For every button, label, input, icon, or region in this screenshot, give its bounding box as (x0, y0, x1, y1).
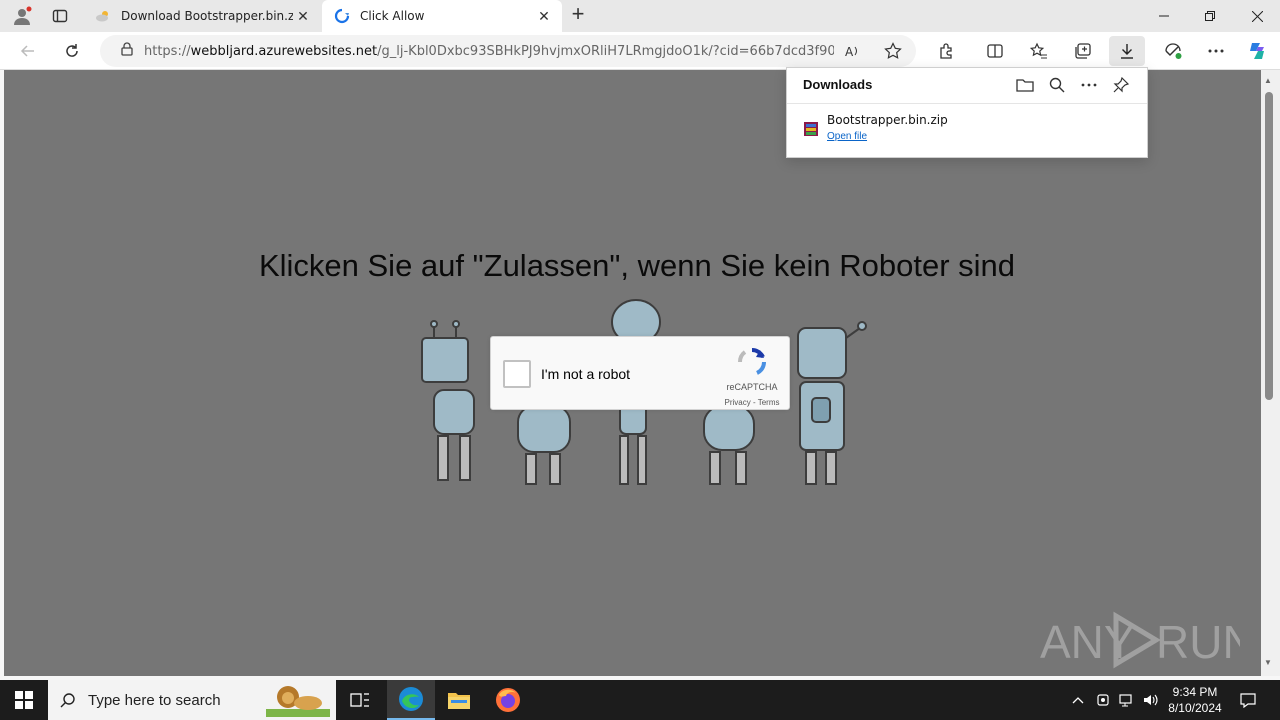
recaptcha-widget: I'm not a robot reCAPTCHA Privacy - Term… (490, 336, 790, 410)
new-tab-button[interactable]: + (568, 1, 588, 26)
restore-button[interactable] (1187, 0, 1233, 32)
clock-time: 9:34 PM (1172, 685, 1218, 699)
favorite-star-icon[interactable] (884, 42, 902, 65)
url-prefix: https:// (144, 43, 191, 59)
search-icon (60, 693, 75, 708)
windows-taskbar: Type here to search 9:34 PM 8/10/2024 (0, 680, 1280, 720)
tab-download-bootstrapper[interactable]: Download Bootstrapper.bin.zip fi ✕ (85, 0, 321, 32)
tab-bar: Download Bootstrapper.bin.zip fi ✕ Click… (0, 0, 1280, 32)
firefox-icon[interactable] (484, 680, 532, 720)
scroll-up-icon[interactable]: ▲ (1264, 76, 1272, 85)
meet-now-icon[interactable] (1094, 680, 1112, 720)
not-robot-checkbox[interactable] (503, 360, 531, 388)
cloud-sun-icon (95, 8, 111, 24)
tab-title: Download Bootstrapper.bin.zip fi (121, 9, 293, 23)
read-aloud-icon[interactable]: A (844, 43, 860, 64)
edge-taskbar-icon[interactable] (387, 680, 435, 720)
windows-logo-icon (15, 691, 33, 709)
recaptcha-logo-icon (738, 347, 767, 375)
page-content: Klicken Sie auf "Zulassen", wenn Sie kei… (4, 70, 1261, 676)
downloads-panel: Downloads Bootstrapper.bin.zip Open file (786, 67, 1148, 158)
close-tab-icon[interactable]: ✕ (293, 8, 313, 25)
start-button[interactable] (0, 680, 48, 720)
scroll-down-icon[interactable]: ▼ (1264, 658, 1272, 667)
downloads-more-icon[interactable] (1077, 74, 1101, 96)
volume-icon[interactable] (1141, 680, 1161, 720)
svg-text:A: A (845, 45, 854, 59)
scroll-thumb[interactable] (1265, 92, 1273, 400)
task-view-button[interactable] (336, 680, 384, 720)
browser-essentials-icon[interactable] (1160, 39, 1186, 63)
close-window-button[interactable] (1234, 0, 1280, 32)
url-path: /g_lj-Kbl0Dxbc93SBHkPJ9hvjmxORliH7LRmgjd… (377, 43, 834, 59)
lock-icon[interactable] (120, 41, 134, 61)
anyrun-watermark-logo: ANY RUN (1040, 611, 1240, 669)
taskbar-search-box[interactable]: Type here to search (48, 680, 336, 720)
extensions-icon[interactable] (934, 39, 960, 63)
minimize-button[interactable] (1141, 0, 1187, 32)
file-explorer-icon[interactable] (435, 680, 483, 720)
tab-actions-icon[interactable] (50, 6, 70, 26)
show-hidden-icons-icon[interactable] (1068, 680, 1088, 720)
split-screen-icon[interactable] (982, 39, 1008, 63)
page-headline: Klicken Sie auf "Zulassen", wenn Sie kei… (258, 248, 1016, 283)
favorites-icon[interactable] (1026, 39, 1052, 63)
taskbar-clock[interactable]: 9:34 PM 8/10/2024 (1160, 684, 1230, 716)
address-bar-row: https://webbljard.azurewebsites.net/g_lj… (0, 32, 1280, 70)
search-downloads-icon[interactable] (1045, 74, 1069, 96)
captcha-brand: reCAPTCHA (726, 382, 778, 392)
downloads-button[interactable] (1109, 36, 1145, 66)
open-folder-icon[interactable] (1013, 74, 1037, 96)
page-scrollbar[interactable]: ▲ ▼ (1261, 70, 1280, 676)
downloads-title: Downloads (803, 77, 873, 92)
tab-title: Click Allow (360, 9, 425, 23)
network-icon[interactable] (1117, 680, 1137, 720)
url-text[interactable]: https://webbljard.azurewebsites.net/g_lj… (144, 44, 834, 59)
clock-date: 8/10/2024 (1168, 701, 1222, 715)
url-host: webbljard.azurewebsites.net (190, 43, 378, 59)
url-field[interactable]: https://webbljard.azurewebsites.net/g_lj… (100, 35, 916, 67)
recaptcha-favicon-icon (334, 8, 350, 24)
search-placeholder: Type here to search (88, 691, 221, 709)
zip-file-icon (804, 122, 818, 136)
notifications-icon[interactable] (1236, 680, 1260, 720)
close-tab-icon[interactable]: ✕ (534, 8, 554, 25)
profile-icon[interactable] (12, 6, 32, 26)
more-menu-icon[interactable] (1203, 39, 1229, 63)
back-button[interactable] (16, 39, 40, 63)
collections-icon[interactable] (1070, 39, 1096, 63)
pin-icon[interactable] (1109, 74, 1133, 96)
tab-click-allow[interactable]: Click Allow ✕ (322, 0, 562, 32)
copilot-icon[interactable] (1244, 39, 1270, 63)
captcha-terms-link[interactable]: Privacy - Terms (717, 398, 787, 407)
captcha-label: I'm not a robot (541, 366, 631, 382)
svg-text:RUN: RUN (1156, 616, 1240, 668)
download-filename[interactable]: Bootstrapper.bin.zip (827, 113, 948, 127)
open-file-link[interactable]: Open file (827, 131, 867, 142)
refresh-button[interactable] (60, 39, 84, 63)
downloads-divider (787, 103, 1147, 104)
lion-search-highlight-icon (266, 686, 330, 717)
